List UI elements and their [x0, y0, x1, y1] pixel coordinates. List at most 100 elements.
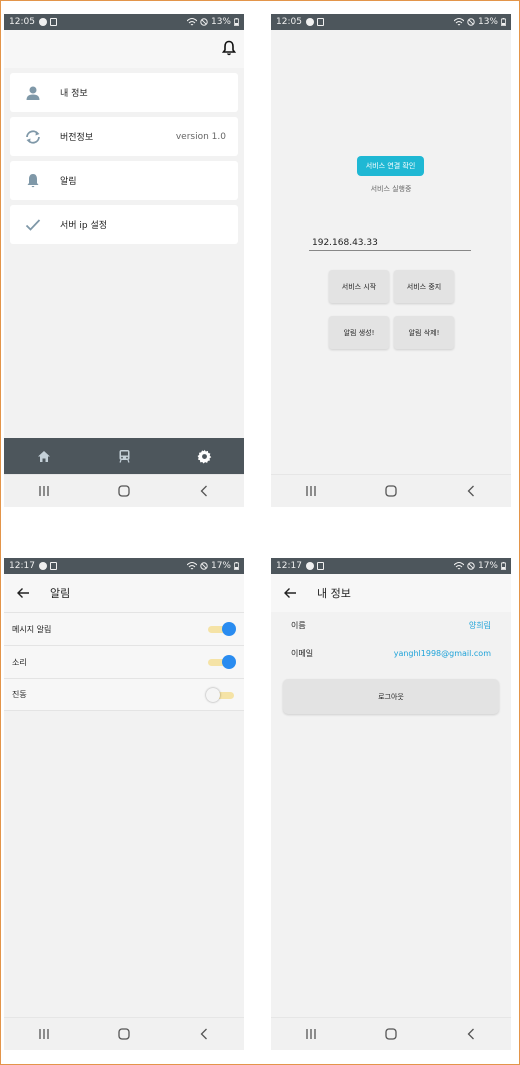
home-nav-icon — [118, 485, 130, 497]
home-button[interactable] — [104, 1024, 144, 1044]
battery-level: 13% — [210, 17, 231, 27]
settings-item-version[interactable]: 버전정보 version 1.0 — [10, 117, 238, 156]
recents-icon — [39, 486, 49, 496]
check-service-button[interactable]: 서비스 연결 확인 — [357, 156, 424, 176]
wifi-icon — [453, 18, 464, 26]
home-icon — [38, 450, 50, 462]
battery-level: 17% — [477, 561, 498, 571]
battery-level: 17% — [210, 561, 231, 571]
back-arrow-icon[interactable] — [283, 585, 299, 601]
notification-icon — [316, 562, 324, 570]
settings-item-server-ip[interactable]: 서버 ip 설정 — [10, 205, 238, 244]
dnd-icon — [467, 18, 475, 26]
service-screen: 12:05 13% 서비스 연결 확인 서비스 실행중 서비스 시작 서비스 중… — [271, 14, 511, 507]
back-arrow-icon[interactable] — [16, 585, 32, 601]
bottom-tab-bar — [4, 438, 244, 474]
battery-icon — [234, 18, 239, 26]
recents-icon — [306, 1029, 316, 1039]
back-nav-icon — [467, 1028, 474, 1040]
start-service-button[interactable]: 서비스 시작 — [329, 270, 389, 303]
vibration-switch[interactable] — [206, 687, 236, 702]
recents-icon — [39, 1029, 49, 1039]
status-bar: 12:17 17% — [4, 558, 244, 574]
recents-button[interactable] — [24, 481, 64, 501]
settings-list: 내 정보 버전정보 version 1.0 알림 서버 ip 설정 — [10, 73, 238, 249]
status-bar: 12:17 17% — [271, 558, 511, 574]
notification-icon — [316, 18, 324, 26]
bell-icon[interactable] — [221, 40, 237, 60]
status-time: 12:17 — [9, 561, 35, 571]
back-button[interactable] — [184, 1024, 224, 1044]
name-label: 이름 — [291, 621, 306, 630]
server-ip-input[interactable] — [309, 236, 471, 251]
logout-button[interactable]: 로그아웃 — [283, 679, 499, 714]
service-status-text: 서비스 실행중 — [370, 185, 412, 193]
tab-train[interactable] — [104, 441, 144, 471]
back-button[interactable] — [451, 481, 491, 501]
notification-icon — [49, 18, 57, 26]
back-button[interactable] — [451, 1024, 491, 1044]
status-bar: 12:05 13% — [4, 14, 244, 30]
toggle-label: 소리 — [12, 657, 27, 667]
settings-screen: 12:05 13% 내 정보 버전정보 version 1.0 알림 서버 ip… — [4, 14, 244, 507]
app-bar: 알림 — [4, 574, 244, 612]
home-button[interactable] — [104, 481, 144, 501]
status-time: 12:05 — [276, 17, 302, 27]
battery-icon — [501, 18, 506, 26]
message-alert-switch[interactable] — [206, 622, 236, 636]
settings-item-my-info[interactable]: 내 정보 — [10, 73, 238, 112]
battery-icon — [501, 562, 506, 570]
settings-item-label: 서버 ip 설정 — [60, 221, 108, 231]
home-nav-icon — [385, 485, 397, 497]
toggle-row-message: 메시지 알림 — [4, 612, 244, 645]
page-title: 알림 — [50, 587, 71, 600]
train-icon — [118, 450, 130, 463]
sync-icon — [22, 126, 44, 148]
account-icon — [38, 18, 47, 26]
dnd-icon — [200, 562, 208, 570]
wifi-icon — [453, 562, 464, 570]
recents-icon — [306, 486, 316, 496]
back-button[interactable] — [184, 481, 224, 501]
profile-screen: 12:17 17% 내 정보 이름 양희림 이메일 yanghl1998@gma… — [271, 558, 511, 1050]
recents-button[interactable] — [291, 481, 331, 501]
dnd-icon — [467, 562, 475, 570]
app-header — [4, 30, 244, 68]
create-notification-button[interactable]: 알림 생성! — [329, 316, 389, 349]
notifications-screen: 12:17 17% 알림 메시지 알림 소리 진동 — [4, 558, 244, 1050]
recents-button[interactable] — [291, 1024, 331, 1044]
settings-item-label: 내 정보 — [60, 89, 88, 99]
toggle-label: 진동 — [12, 690, 27, 699]
toggle-row-vibration: 진동 — [4, 678, 244, 711]
back-nav-icon — [200, 1028, 207, 1040]
settings-item-label: 알림 — [60, 177, 77, 187]
home-button[interactable] — [371, 1024, 411, 1044]
version-value: version 1.0 — [175, 131, 226, 142]
email-value: yanghl1998@gmail.com — [393, 649, 491, 658]
home-button[interactable] — [371, 481, 411, 501]
wifi-icon — [186, 18, 197, 26]
stop-service-button[interactable]: 서비스 중지 — [394, 270, 454, 303]
delete-notification-button[interactable]: 알림 삭제! — [394, 316, 454, 349]
person-icon — [22, 82, 44, 104]
home-nav-icon — [385, 1028, 397, 1040]
app-bar: 내 정보 — [271, 574, 511, 612]
tab-home[interactable] — [24, 441, 64, 471]
settings-item-notifications[interactable]: 알림 — [10, 161, 238, 200]
status-time: 12:17 — [276, 561, 302, 571]
account-icon — [38, 562, 47, 570]
page-title: 내 정보 — [317, 587, 351, 600]
name-row: 이름 양희림 — [291, 620, 491, 631]
tab-settings[interactable] — [184, 441, 224, 471]
account-icon — [305, 18, 314, 26]
bell-icon — [22, 170, 44, 192]
system-nav-bar — [271, 1017, 511, 1050]
sound-switch[interactable] — [206, 655, 236, 669]
recents-button[interactable] — [24, 1024, 64, 1044]
system-nav-bar — [271, 474, 511, 507]
notification-icon — [49, 562, 57, 570]
toggle-row-sound: 소리 — [4, 645, 244, 678]
toggle-label: 메시지 알림 — [12, 624, 52, 634]
dnd-icon — [200, 18, 208, 26]
status-bar: 12:05 13% — [271, 14, 511, 30]
